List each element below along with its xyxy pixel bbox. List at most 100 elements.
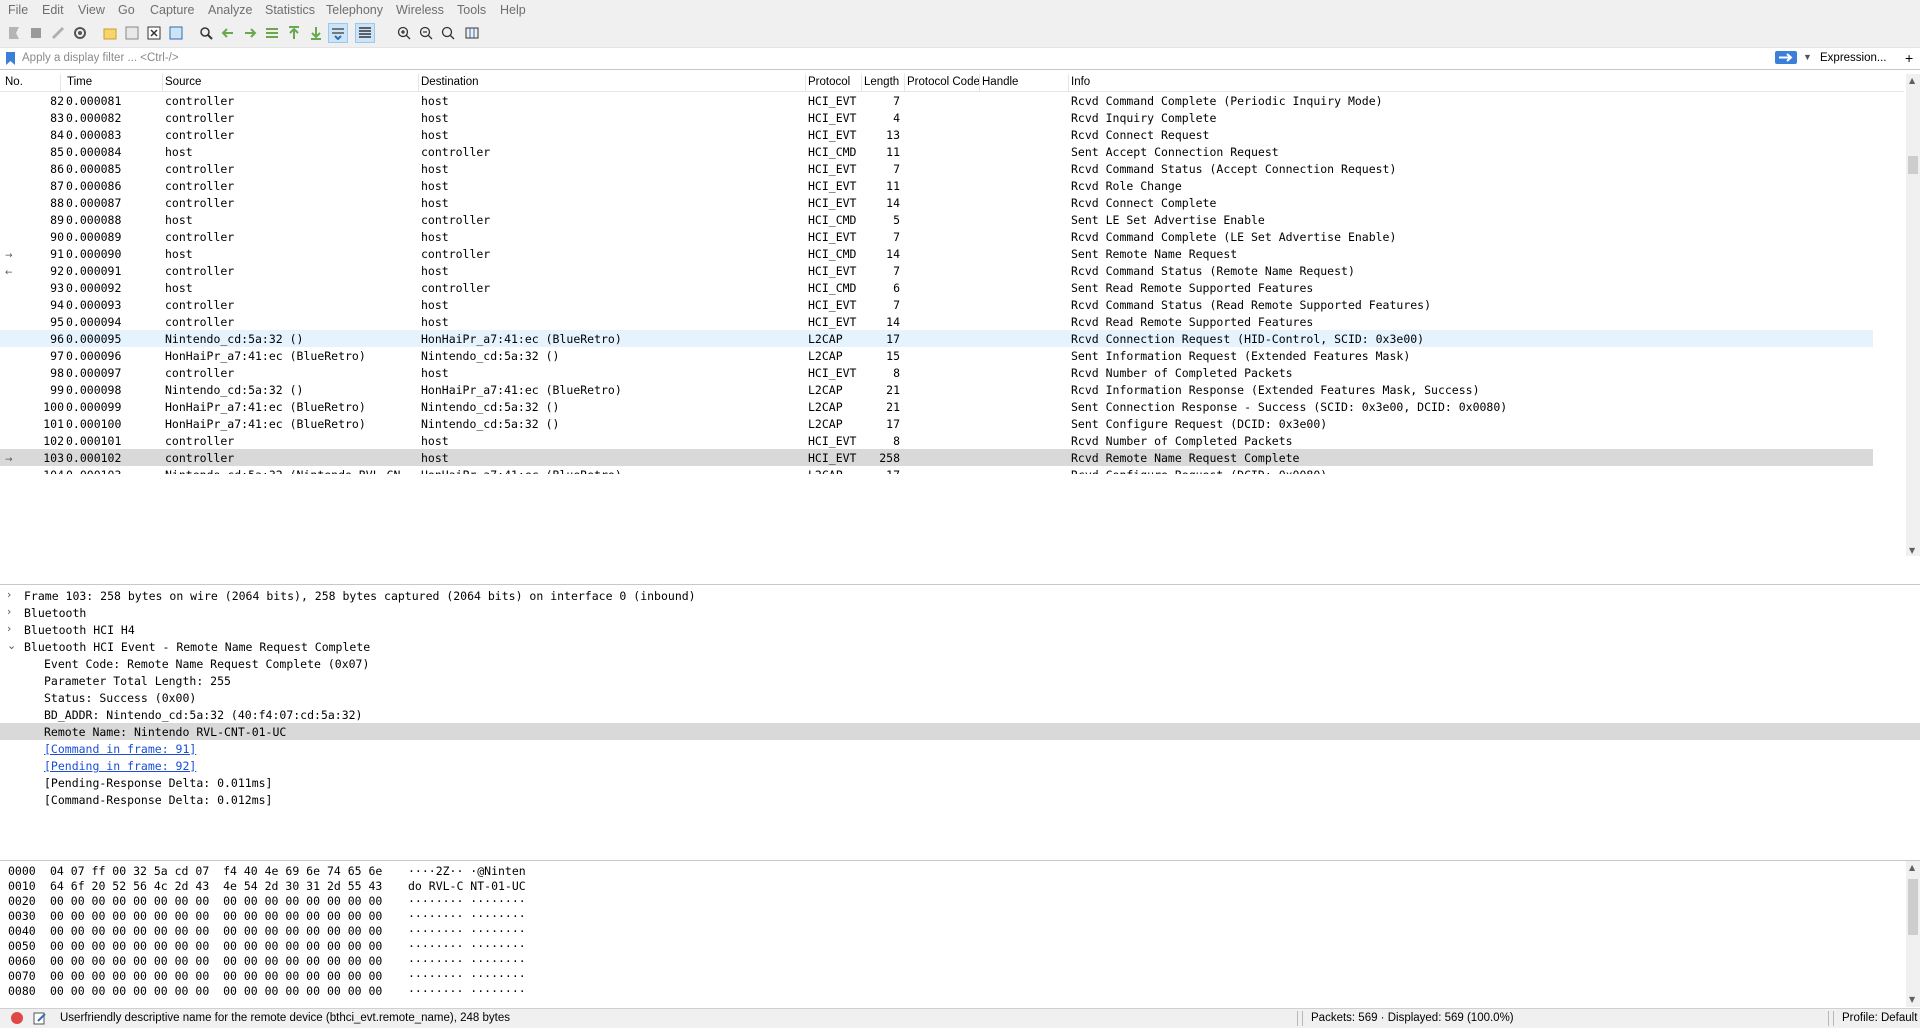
frame-link[interactable]: [Command in frame: 91] bbox=[44, 742, 196, 756]
column-header-length[interactable]: Length bbox=[864, 76, 899, 88]
menu-view[interactable]: View bbox=[78, 3, 105, 17]
packet-row[interactable]: 89 0.000088 host controller HCI_CMD 5 Sent LE … bbox=[0, 211, 1873, 228]
byte-hex[interactable]: 00 00 00 00 00 00 00 00 00 00 00 00 00 0… bbox=[50, 924, 382, 939]
column-separator[interactable] bbox=[979, 74, 980, 91]
packet-list-scroll-thumb[interactable] bbox=[1908, 156, 1918, 174]
protocol-tree-field[interactable]: Status: Success (0x00) bbox=[0, 689, 1920, 706]
column-header-protocol[interactable]: Protocol bbox=[808, 76, 850, 88]
packet-row[interactable]: 93 0.000092 host controller HCI_CMD 6 Sent Rea… bbox=[0, 279, 1873, 296]
column-header-info[interactable]: Info bbox=[1071, 76, 1090, 88]
collapse-chevron-icon[interactable]: ⌄ bbox=[7, 639, 16, 652]
byte-offset[interactable]: 0040 bbox=[8, 924, 36, 939]
packet-row[interactable]: 1040.000103 Nintendo_cd:5a:32 (Nintendo R… bbox=[0, 466, 1873, 474]
protocol-tree-field[interactable]: Parameter Total Length: 255 bbox=[0, 672, 1920, 689]
byte-hex[interactable]: 00 00 00 00 00 00 00 00 00 00 00 00 00 0… bbox=[50, 894, 382, 909]
start-capture-icon[interactable] bbox=[4, 23, 24, 43]
packet-row[interactable]: 101 0.000100 HonHaiPr_a7:41:ec (BlueRetro)… bbox=[0, 415, 1873, 432]
autoscroll-icon[interactable] bbox=[328, 23, 348, 43]
column-separator[interactable] bbox=[861, 74, 862, 91]
protocol-tree-field[interactable]: [Pending-Response Delta: 0.011ms] bbox=[0, 774, 1920, 791]
bytes-scroll-thumb[interactable] bbox=[1908, 879, 1918, 935]
colorize-icon[interactable] bbox=[355, 23, 375, 43]
byte-ascii[interactable]: ········ ········ bbox=[408, 969, 526, 984]
go-back-icon[interactable] bbox=[218, 23, 238, 43]
bookmark-icon[interactable] bbox=[5, 52, 16, 65]
resize-columns-icon[interactable] bbox=[462, 23, 482, 43]
column-header-handle[interactable]: Handle bbox=[982, 76, 1018, 88]
menu-file[interactable]: File bbox=[8, 3, 28, 17]
byte-hex[interactable]: 00 00 00 00 00 00 00 00 00 00 00 00 00 0… bbox=[50, 939, 382, 954]
byte-ascii[interactable]: ········ ········ bbox=[408, 894, 526, 909]
packet-row[interactable]: 102 0.000101 controller host HCI_EVT 8 Rcvd Nu… bbox=[0, 432, 1873, 449]
filter-history-dropdown-icon[interactable]: ▼ bbox=[1803, 52, 1812, 62]
byte-ascii[interactable]: ········ ········ bbox=[408, 939, 526, 954]
protocol-tree-node[interactable]: › Bluetooth bbox=[0, 604, 1920, 621]
byte-ascii[interactable]: ····2Z·· ·@Ninten bbox=[408, 864, 526, 879]
byte-hex[interactable]: 00 00 00 00 00 00 00 00 00 00 00 00 00 0… bbox=[50, 984, 382, 999]
frame-link[interactable]: [Pending in frame: 92] bbox=[44, 759, 196, 773]
menu-go[interactable]: Go bbox=[118, 3, 135, 17]
stop-capture-icon[interactable] bbox=[26, 23, 46, 43]
packet-row[interactable]: 95 0.000094 controller host HCI_EVT 14 Rcvd Re… bbox=[0, 313, 1873, 330]
display-filter-input[interactable] bbox=[22, 50, 1772, 66]
expand-chevron-icon[interactable]: › bbox=[7, 588, 11, 601]
column-header-source[interactable]: Source bbox=[165, 76, 201, 88]
find-packet-icon[interactable] bbox=[196, 23, 216, 43]
save-file-icon[interactable] bbox=[122, 23, 142, 43]
zoom-reset-icon[interactable] bbox=[438, 23, 458, 43]
expression-button[interactable]: Expression... bbox=[1820, 52, 1886, 64]
byte-offset[interactable]: 0050 bbox=[8, 939, 36, 954]
protocol-tree-field[interactable]: Event Code: Remote Name Request Complete… bbox=[0, 655, 1920, 672]
menu-capture[interactable]: Capture bbox=[150, 3, 194, 17]
packet-row[interactable]: 94 0.000093 controller host HCI_EVT 7 Rcvd Com… bbox=[0, 296, 1873, 313]
byte-offset[interactable]: 0060 bbox=[8, 954, 36, 969]
menu-edit[interactable]: Edit bbox=[42, 3, 64, 17]
protocol-tree-field[interactable]: BD_ADDR: Nintendo_cd:5a:32 (40:f4:07:cd:… bbox=[0, 706, 1920, 723]
menu-tools[interactable]: Tools bbox=[457, 3, 486, 17]
column-separator[interactable] bbox=[904, 74, 905, 91]
column-header-protocol-code[interactable]: Protocol Code bbox=[907, 76, 980, 88]
packet-list-vertical-scrollbar[interactable]: ▲ ▼ bbox=[1906, 74, 1920, 556]
byte-ascii[interactable]: ········ ········ bbox=[408, 984, 526, 999]
column-separator[interactable] bbox=[805, 74, 806, 91]
byte-offset[interactable]: 0080 bbox=[8, 984, 36, 999]
close-file-icon[interactable] bbox=[144, 23, 164, 43]
byte-hex[interactable]: 64 6f 20 52 56 4c 2d 43 4e 54 2d 30 31 2… bbox=[50, 879, 382, 894]
packet-row[interactable]: 85 0.000084 host controller HCI_CMD 11 Sent Ac… bbox=[0, 143, 1873, 160]
go-forward-icon[interactable] bbox=[240, 23, 260, 43]
status-profile[interactable]: Profile: Default bbox=[1842, 1012, 1917, 1024]
packet-row[interactable]: 88 0.000087 controller host HCI_EVT 14 Rcvd Co… bbox=[0, 194, 1873, 211]
packet-row[interactable]: 92 0.000091 controller host HCI_EVT 7 Rcvd Com… bbox=[0, 262, 1873, 279]
column-separator[interactable] bbox=[162, 74, 163, 91]
byte-ascii[interactable]: do RVL-C NT-01-UC bbox=[408, 879, 526, 894]
packet-row[interactable]: 99 0.000098 Nintendo_cd:5a:32 () HonHaiPr_a… bbox=[0, 381, 1873, 398]
column-header-destination[interactable]: Destination bbox=[421, 76, 479, 88]
protocol-tree-field[interactable]: [Command in frame: 91] bbox=[0, 740, 1920, 757]
protocol-tree-field[interactable]: [Command-Response Delta: 0.012ms] bbox=[0, 791, 1920, 808]
packet-row[interactable]: 91 0.000090 host controller HCI_CMD 14 Sent Re… bbox=[0, 245, 1873, 262]
column-separator[interactable] bbox=[418, 74, 419, 91]
add-filter-button[interactable]: + bbox=[1905, 50, 1913, 66]
menu-telephony[interactable]: Telephony bbox=[326, 3, 383, 17]
byte-hex[interactable]: 00 00 00 00 00 00 00 00 00 00 00 00 00 0… bbox=[50, 954, 382, 969]
menu-help[interactable]: Help bbox=[500, 3, 526, 17]
column-header-no[interactable]: No. bbox=[5, 76, 23, 88]
column-header-time[interactable]: Time bbox=[67, 76, 92, 88]
byte-offset[interactable]: 0030 bbox=[8, 909, 36, 924]
open-file-icon[interactable] bbox=[100, 23, 120, 43]
packet-row[interactable]: 98 0.000097 controller host HCI_EVT 8 Rcvd Num… bbox=[0, 364, 1873, 381]
column-separator[interactable] bbox=[60, 74, 61, 91]
byte-ascii[interactable]: ········ ········ bbox=[408, 924, 526, 939]
menu-statistics[interactable]: Statistics bbox=[265, 3, 315, 17]
expand-chevron-icon[interactable]: › bbox=[7, 622, 11, 635]
edit-capture-comment-icon[interactable] bbox=[33, 1011, 47, 1025]
bytes-vertical-scrollbar[interactable]: ▲ ▼ bbox=[1906, 861, 1920, 1007]
byte-ascii[interactable]: ········ ········ bbox=[408, 909, 526, 924]
packet-row[interactable]: 100 0.000099 HonHaiPr_a7:41:ec (BlueRetro)… bbox=[0, 398, 1873, 415]
expert-info-icon[interactable] bbox=[11, 1012, 23, 1024]
go-to-packet-icon[interactable] bbox=[262, 23, 282, 43]
packet-row[interactable]: 96 0.000095 Nintendo_cd:5a:32 () HonHaiPr_a… bbox=[0, 330, 1873, 347]
packet-row[interactable]: 82 0.000081 controller host HCI_EVT 7 Rcvd Com… bbox=[0, 92, 1873, 109]
byte-ascii[interactable]: ········ ········ bbox=[408, 954, 526, 969]
protocol-tree-field[interactable]: Remote Name: Nintendo RVL-CNT-01-UC bbox=[0, 723, 1920, 740]
